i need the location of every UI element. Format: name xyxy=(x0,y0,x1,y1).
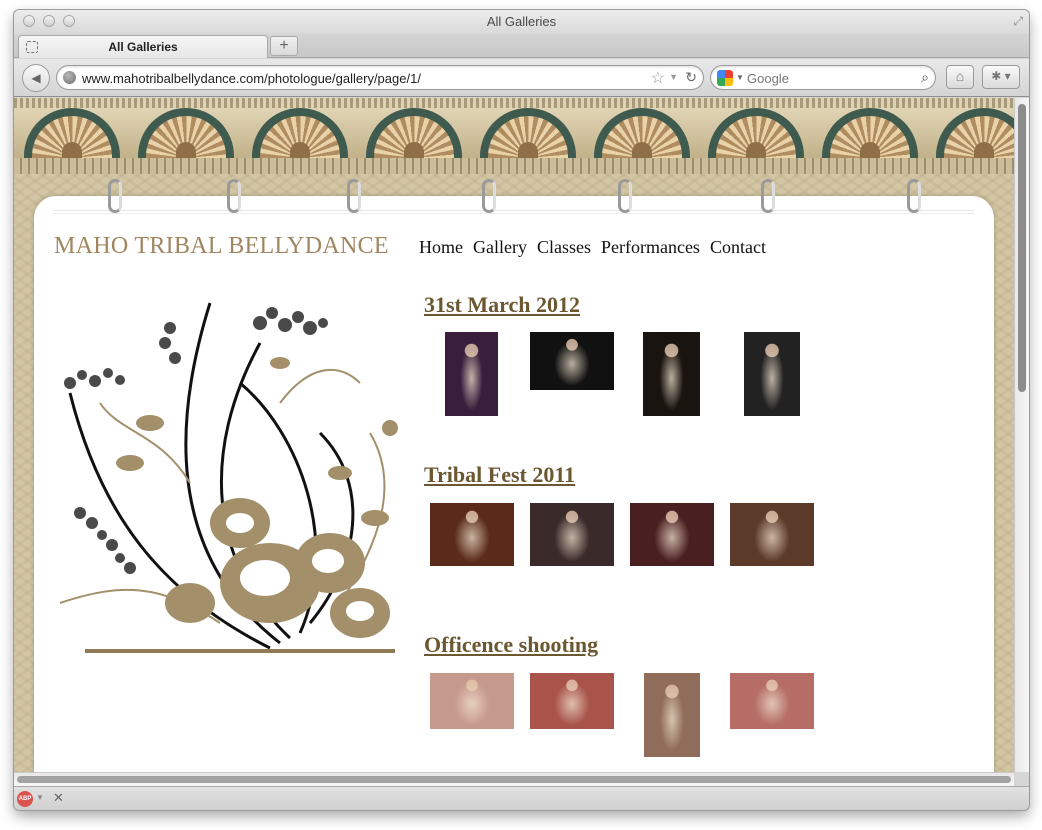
close-icon[interactable]: ✕ xyxy=(53,790,64,806)
search-bar[interactable]: ▼ Google ⌕ xyxy=(710,65,936,90)
gallery-thumbnail[interactable] xyxy=(530,503,614,566)
window-title: All Galleries xyxy=(486,14,557,29)
tab-bar: All Galleries + xyxy=(14,34,1029,58)
reload-icon[interactable]: ↻ xyxy=(685,69,697,86)
binding-ring-icon xyxy=(227,179,241,213)
gallery-title-link[interactable]: Officence shooting xyxy=(424,632,598,658)
gallery-title-link[interactable]: 31st March 2012 xyxy=(424,292,580,318)
shell-ornament xyxy=(594,108,690,158)
title-bar: All Galleries ⤢ xyxy=(14,10,1029,34)
history-dropdown-icon[interactable]: ▼ xyxy=(669,72,678,82)
gallery-thumbnail[interactable] xyxy=(530,673,614,729)
page-viewport: MAHO TRIBAL BELLYDANCE Home Gallery Clas… xyxy=(14,98,1014,772)
nav-gallery-link[interactable]: Gallery xyxy=(473,237,527,258)
new-tab-button[interactable]: + xyxy=(270,36,298,56)
gallery-thumbnail[interactable] xyxy=(430,503,514,566)
vertical-scrollbar[interactable] xyxy=(1014,98,1029,772)
search-engine-dropdown-icon[interactable]: ▼ xyxy=(736,73,744,82)
gallery-thumbnail[interactable] xyxy=(744,332,800,416)
fullscreen-icon[interactable]: ⤢ xyxy=(1013,14,1023,29)
gallery-thumbnail[interactable] xyxy=(730,503,814,566)
back-button[interactable]: ◀ xyxy=(22,64,50,92)
search-input[interactable]: Google xyxy=(747,71,789,86)
gallery-thumbnail[interactable] xyxy=(643,332,700,416)
binding-ring-icon xyxy=(108,179,122,213)
binding-ring-icon xyxy=(347,179,361,213)
binding-ring-icon xyxy=(761,179,775,213)
main-nav: Home Gallery Classes Performances Contac… xyxy=(419,237,766,258)
browser-window: All Galleries ⤢ All Galleries + ◀ www.ma… xyxy=(14,10,1029,810)
search-icon[interactable]: ⌕ xyxy=(921,69,929,86)
gallery-thumbnail[interactable] xyxy=(530,332,614,390)
globe-icon xyxy=(63,71,76,84)
floral-illustration xyxy=(59,302,398,653)
binding-ring-icon xyxy=(482,179,496,213)
gallery-thumbnail[interactable] xyxy=(630,503,714,566)
status-bar: ABP ▼ ✕ xyxy=(14,786,1029,810)
shell-ornament xyxy=(138,108,234,158)
shell-ornament xyxy=(24,108,120,158)
shell-ornament xyxy=(366,108,462,158)
shell-ornament xyxy=(936,108,1014,158)
shell-ornament xyxy=(480,108,576,158)
vertical-scroll-thumb[interactable] xyxy=(1018,104,1026,392)
binding-ring-icon xyxy=(907,179,921,213)
header-frieze xyxy=(14,98,1014,174)
nav-home-link[interactable]: Home xyxy=(419,237,463,258)
horizontal-scroll-thumb[interactable] xyxy=(17,776,1011,783)
horizontal-scrollbar[interactable] xyxy=(14,772,1014,786)
navigation-toolbar: ◀ www.mahotribalbellydance.com/photologu… xyxy=(14,59,1029,97)
bookmark-star-icon[interactable]: ☆ xyxy=(651,68,665,88)
gallery-title-link[interactable]: Tribal Fest 2011 xyxy=(424,462,575,488)
gallery-thumbnail[interactable] xyxy=(430,673,514,729)
adblock-dropdown-icon[interactable]: ▼ xyxy=(36,793,44,802)
bookmarks-button[interactable]: ✱ ▾ xyxy=(982,65,1020,89)
nav-performances-link[interactable]: Performances xyxy=(601,237,700,258)
address-bar[interactable]: www.mahotribalbellydance.com/photologue/… xyxy=(56,65,704,90)
tab-label: All Galleries xyxy=(108,40,178,54)
adblock-icon[interactable]: ABP xyxy=(17,791,33,807)
home-button[interactable]: ⌂ xyxy=(946,65,974,89)
gallery-thumbnail[interactable] xyxy=(730,673,814,729)
url-text: www.mahotribalbellydance.com/photologue/… xyxy=(82,71,421,86)
shell-ornament xyxy=(252,108,348,158)
gallery-thumbnail[interactable] xyxy=(644,673,700,757)
tab-all-galleries[interactable]: All Galleries xyxy=(18,35,268,58)
shell-ornament xyxy=(822,108,918,158)
gallery-thumbnail[interactable] xyxy=(445,332,498,416)
google-icon[interactable] xyxy=(717,70,733,86)
binding-ring-icon xyxy=(618,179,632,213)
shell-ornament xyxy=(708,108,804,158)
nav-classes-link[interactable]: Classes xyxy=(537,237,591,258)
nav-contact-link[interactable]: Contact xyxy=(710,237,766,258)
site-title[interactable]: MAHO TRIBAL BELLYDANCE xyxy=(54,233,389,260)
